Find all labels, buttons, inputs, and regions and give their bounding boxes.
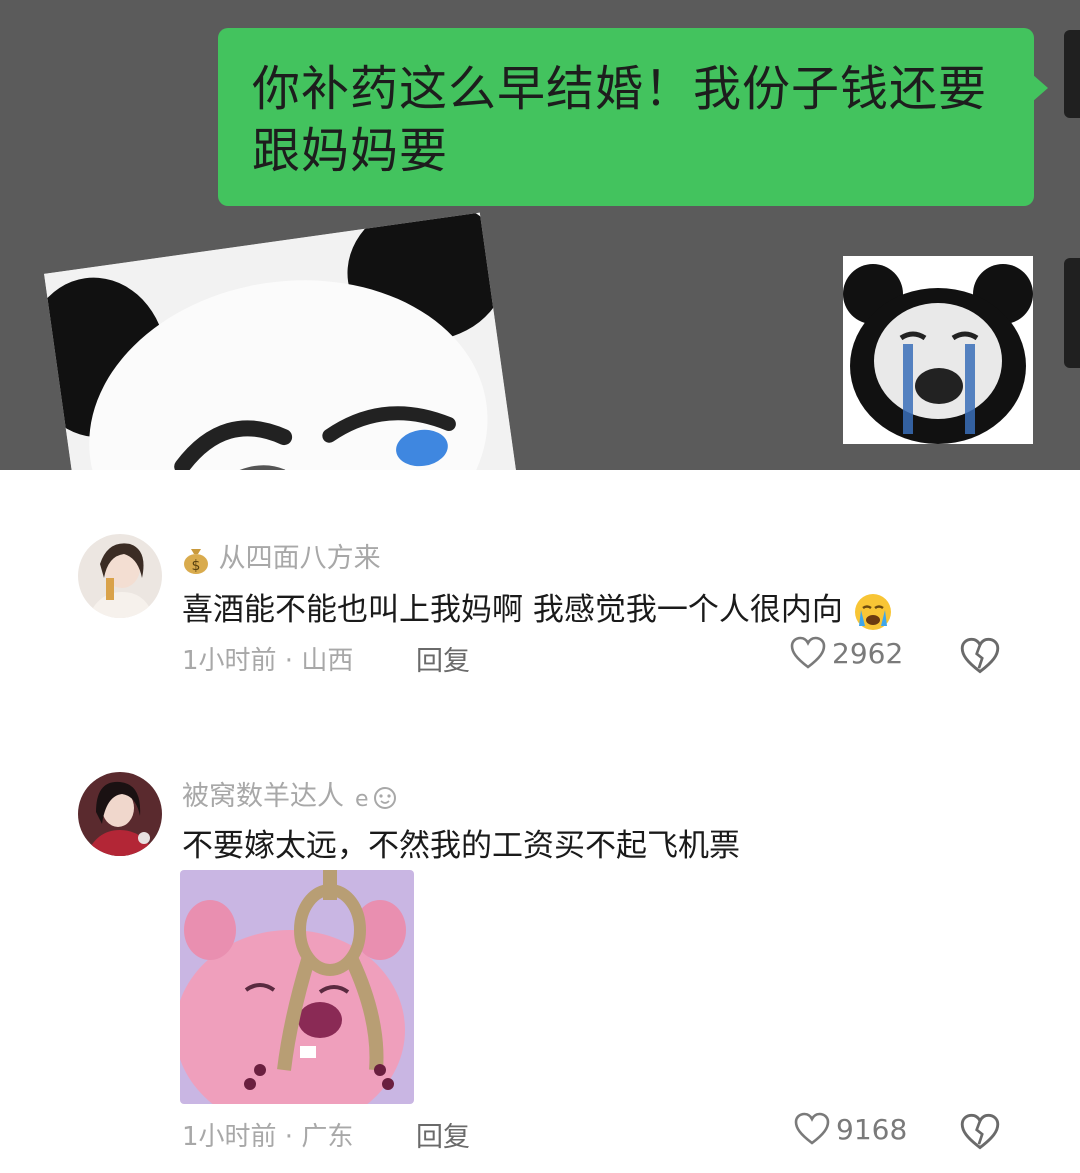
svg-text:$: $ bbox=[192, 558, 201, 574]
angry-panda-sticker bbox=[44, 212, 516, 470]
crying-face-emoji bbox=[854, 593, 891, 630]
username-text: 被窝数羊达人 bbox=[182, 781, 344, 812]
comment-item: $ 从四面八方来 喜酒能不能也叫上我妈啊 我感觉我一个人很内向 1小时前 · 山… bbox=[0, 470, 1080, 730]
comment-time-location: 1小时前 · 广东 bbox=[182, 1122, 354, 1152]
bubble-tail bbox=[1032, 74, 1048, 102]
avatar[interactable] bbox=[78, 772, 162, 856]
comment-item: 被窝数羊达人 e 不要嫁太远，不然我的工资买不起飞机票 1小时前 · 广东 回复… bbox=[0, 730, 1080, 1173]
money-bag-icon: $ bbox=[184, 548, 208, 574]
comment-image[interactable] bbox=[180, 870, 414, 1104]
emoticon-icon: e bbox=[355, 786, 396, 812]
comment-time-location: 1小时前 · 山西 bbox=[182, 646, 354, 676]
pink-beaver-noose-meme bbox=[180, 870, 414, 1104]
dislike-button[interactable] bbox=[960, 636, 1000, 676]
chat-message-bubble: 你补药这么早结婚！我份子钱还要跟妈妈要 bbox=[218, 28, 1034, 206]
comment-username[interactable]: $ 从四面八方来 bbox=[182, 536, 381, 575]
dislike-button[interactable] bbox=[960, 1112, 1000, 1152]
like-count: 9168 bbox=[836, 1112, 908, 1146]
crying-panda-sticker bbox=[843, 256, 1033, 444]
chat-screenshot: 你补药这么早结婚！我份子钱还要跟妈妈要 bbox=[0, 0, 1080, 470]
reply-button[interactable]: 回复 bbox=[416, 1115, 470, 1154]
svg-text:e: e bbox=[355, 787, 369, 812]
heart-icon bbox=[790, 636, 826, 669]
comment-text-body: 喜酒能不能也叫上我妈啊 我感觉我一个人很内向 bbox=[182, 592, 843, 628]
reply-button[interactable]: 回复 bbox=[416, 639, 470, 678]
like-button[interactable]: 2962 bbox=[790, 636, 903, 670]
comment-text: 不要嫁太远，不然我的工资买不起飞机票 bbox=[182, 828, 740, 864]
like-button[interactable]: 9168 bbox=[794, 1112, 907, 1146]
like-count: 2962 bbox=[832, 636, 904, 670]
sender-avatar-edge bbox=[1064, 30, 1080, 118]
comment-username[interactable]: 被窝数羊达人 e bbox=[182, 774, 399, 813]
heart-icon bbox=[794, 1112, 830, 1145]
username-text: 从四面八方来 bbox=[218, 543, 381, 574]
sender-avatar-edge bbox=[1064, 258, 1080, 368]
comment-text: 喜酒能不能也叫上我妈啊 我感觉我一个人很内向 bbox=[182, 584, 893, 632]
broken-heart-icon bbox=[960, 637, 1000, 674]
chat-message-text: 你补药这么早结婚！我份子钱还要跟妈妈要 bbox=[252, 61, 988, 179]
broken-heart-icon bbox=[960, 1113, 1000, 1150]
avatar[interactable] bbox=[78, 534, 162, 618]
